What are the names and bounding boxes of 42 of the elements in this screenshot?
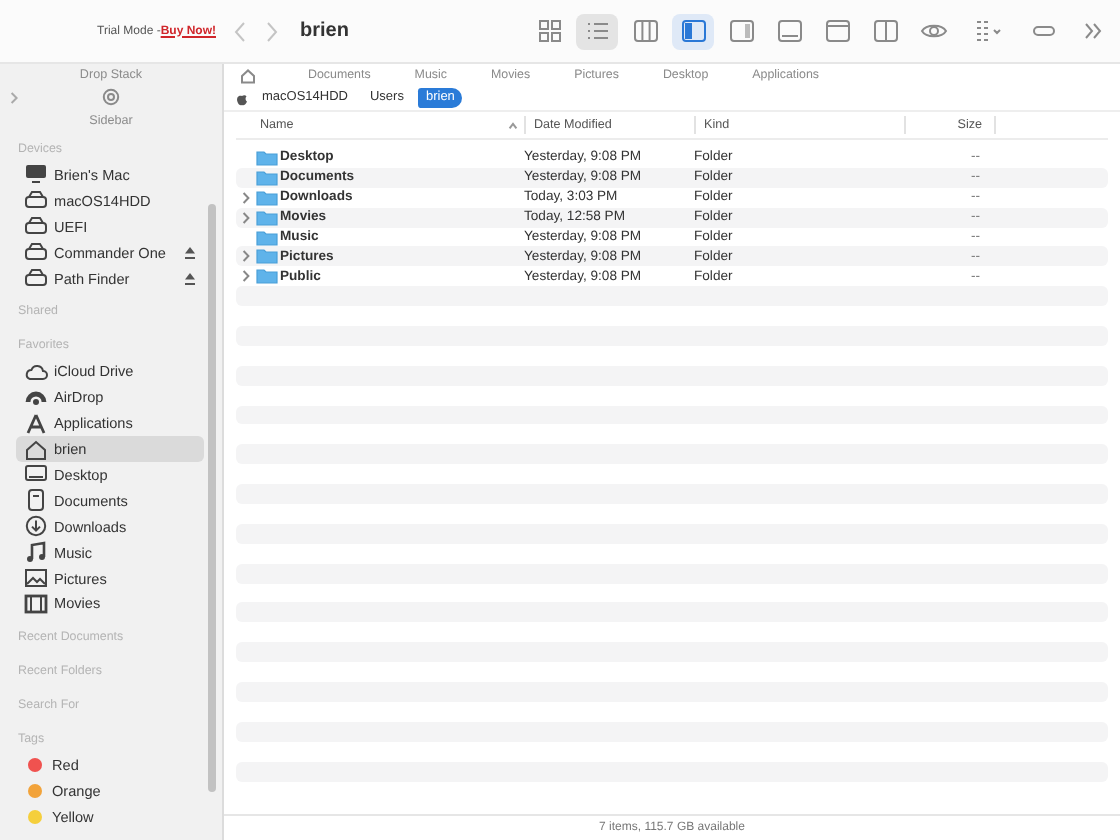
sidebar-toggle-button[interactable]	[672, 13, 714, 49]
back-chevron-icon[interactable]	[232, 19, 248, 43]
bottom-panel-icon	[775, 18, 803, 44]
gear-icon[interactable]	[102, 88, 120, 106]
disclosure-chevron-icon[interactable]	[242, 211, 250, 224]
list-view-icon	[583, 18, 611, 44]
picture-icon	[24, 566, 48, 591]
folder-icon	[256, 169, 278, 186]
download-icon	[24, 514, 48, 539]
applications-icon	[24, 411, 48, 436]
drive-icon	[24, 266, 48, 290]
home-icon	[24, 437, 48, 462]
disclosure-chevron-icon[interactable]	[242, 270, 250, 283]
eject-icon[interactable]	[184, 271, 196, 285]
grid-view-icon	[535, 18, 563, 44]
window-title: brien	[300, 20, 349, 42]
eject-icon[interactable]	[184, 245, 196, 260]
inspector-panel-icon	[727, 18, 755, 44]
sidebar-toggle-icon	[679, 18, 707, 44]
sidebar-scrollbar[interactable]	[208, 204, 216, 792]
drive-icon	[24, 214, 48, 239]
music-note-icon	[24, 540, 48, 565]
desktop-icon	[24, 462, 48, 487]
disclosure-chevron-icon[interactable]	[242, 250, 250, 263]
grouping-grid-icon	[973, 18, 1003, 44]
forward-chevron-icon[interactable]	[264, 19, 280, 43]
document-icon	[24, 488, 48, 513]
home-icon[interactable]	[240, 67, 256, 83]
split-view-icon	[871, 18, 899, 44]
list-view-button[interactable]	[576, 13, 618, 49]
drive-icon	[24, 188, 48, 213]
disclosure-chevron-icon[interactable]	[242, 191, 250, 204]
folder-icon	[256, 209, 278, 226]
column-view-icon	[631, 18, 659, 44]
cloud-icon	[24, 359, 48, 384]
apple-logo-icon	[236, 91, 248, 105]
film-icon	[24, 591, 48, 616]
computer-icon	[24, 162, 48, 187]
expand-chevron-icon[interactable]	[10, 92, 18, 104]
top-panel-icon	[823, 18, 851, 44]
drive-icon	[24, 240, 48, 265]
folder-icon	[256, 248, 278, 265]
